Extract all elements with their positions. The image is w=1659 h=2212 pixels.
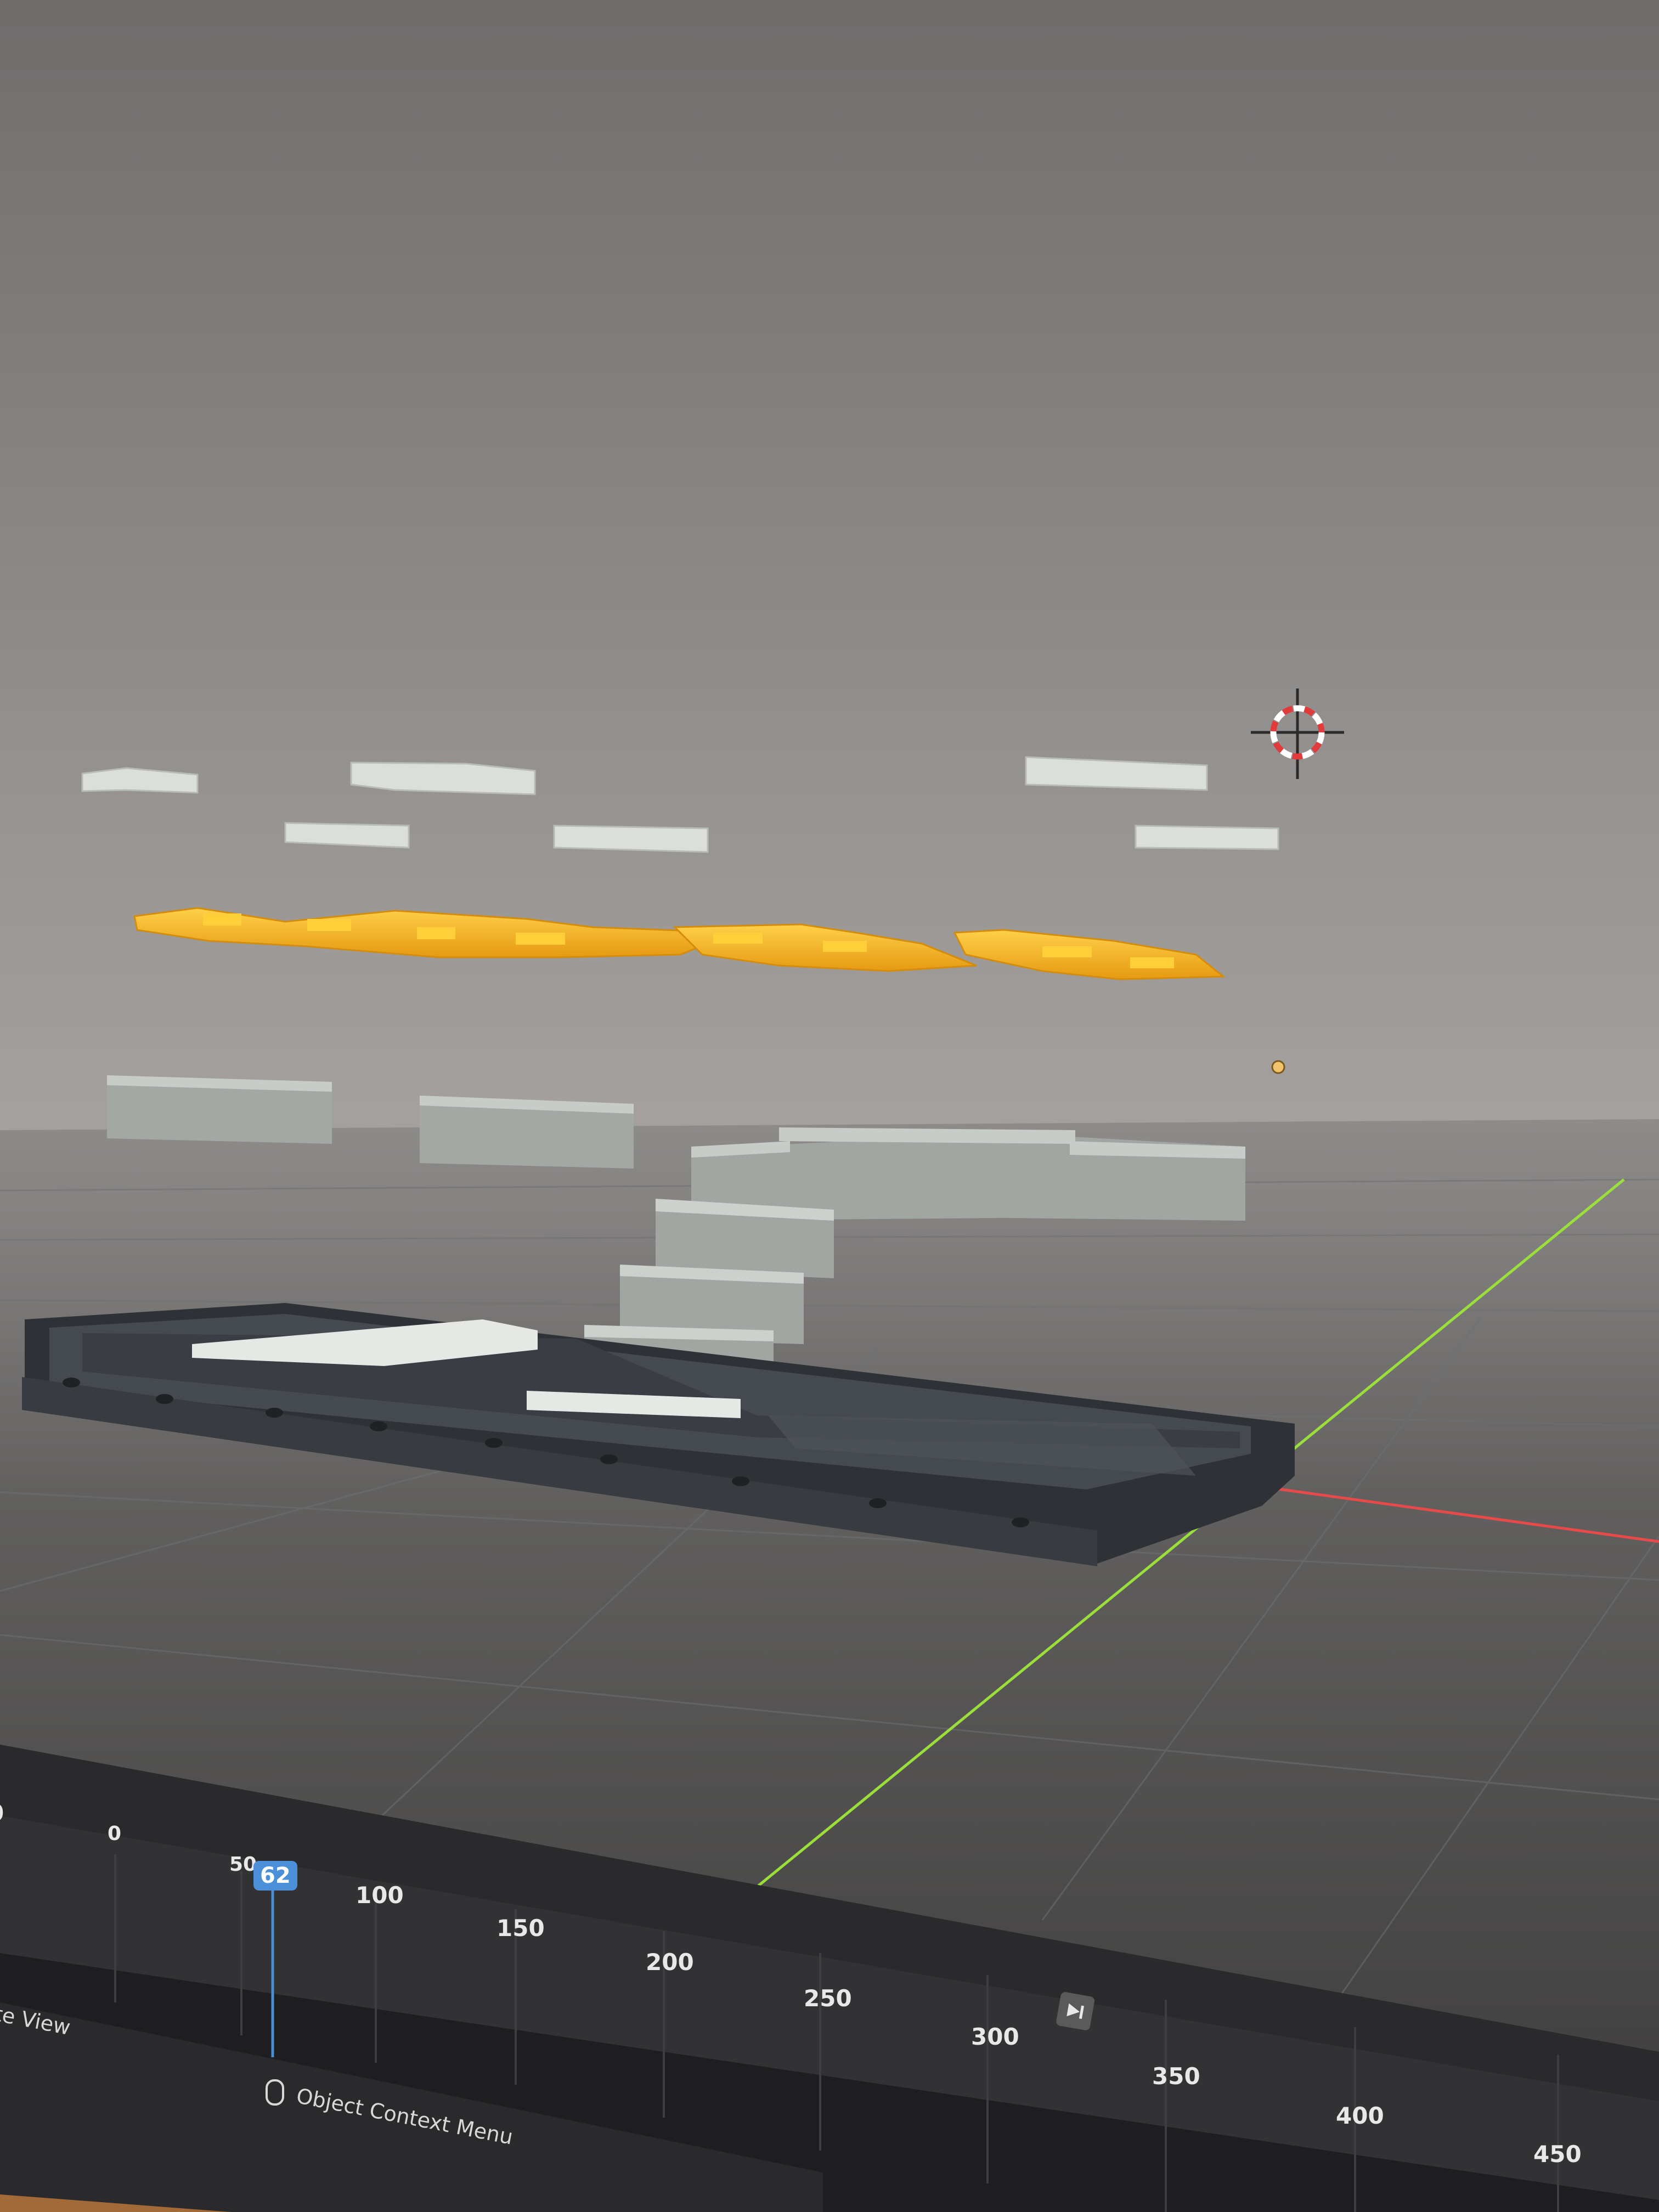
light-object[interactable] <box>1271 1060 1285 1074</box>
timeline-background <box>0 1745 1659 2212</box>
tick-label: 150 <box>496 1915 545 1942</box>
timeline-editor[interactable]: 0 0 50 62 100 150 200 250 300 350 400 45… <box>0 1745 1659 2212</box>
timeline-zero-label: 0 <box>108 1822 122 1845</box>
tick-label: 450 <box>1533 2141 1582 2168</box>
tick-label: 200 <box>646 1949 694 1976</box>
mouse-icon <box>266 2079 284 2106</box>
jump-end-icon[interactable] <box>1056 1991 1096 2031</box>
tick-label: 300 <box>971 2023 1019 2050</box>
tick-label: 100 <box>356 1882 404 1909</box>
tick-label: 350 <box>1152 2063 1200 2090</box>
tick-label: 400 <box>1336 2102 1384 2129</box>
current-frame-indicator[interactable]: 62 <box>253 1861 297 1891</box>
tick-label: 50 <box>229 1853 257 1876</box>
timeline-left-label: 0 <box>0 1799 4 1826</box>
tick-label: 250 <box>804 1985 852 2012</box>
